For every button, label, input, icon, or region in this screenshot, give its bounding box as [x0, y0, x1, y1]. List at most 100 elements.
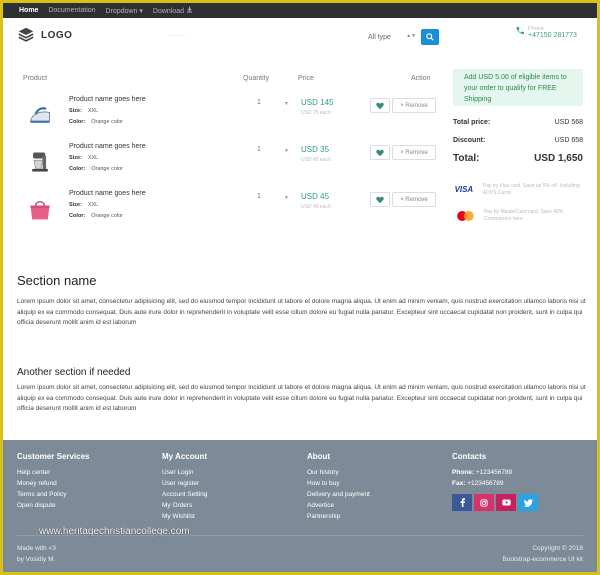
footer-heading: About [307, 452, 331, 461]
cart-row: Product name goes here Size: XXL Color: Or… [23, 143, 439, 187]
brand-text: Bootstrap-ecommerce UI kit [502, 556, 583, 563]
logo-icon [18, 27, 34, 42]
product-unit-price: USD 45 each [301, 157, 331, 163]
col-price: Price [298, 75, 314, 82]
footer-link[interactable]: Delivery and payment [307, 489, 447, 500]
footer-link[interactable]: User register [162, 478, 302, 489]
youtube-button[interactable] [496, 494, 516, 511]
page: Home Documentation Dropdown ▾ Download L… [3, 3, 597, 572]
footer-link[interactable]: Help center [17, 467, 157, 478]
footer-link[interactable]: My Wishlist [162, 511, 302, 522]
footer-heading: Contacts [452, 452, 487, 461]
product-unit-price: USD 45 each [301, 204, 331, 210]
product-color: Color: Orange color [69, 119, 123, 125]
favorite-button[interactable] [370, 192, 390, 207]
handbag-icon [30, 200, 50, 220]
social-links [452, 494, 592, 511]
quantity-select[interactable]: 1 ▼ [253, 146, 293, 160]
contact-phone: Phone: +123456789 [452, 469, 513, 476]
product-color: Color: Orange color [69, 166, 123, 172]
section-title: Another section if needed [17, 367, 131, 378]
cart-row: Product name goes here Size: XXL Color: Or… [23, 96, 439, 140]
footer-customer-services: Customer Services Help center Money refu… [17, 452, 157, 511]
total-price-label: Total price: [453, 119, 491, 126]
select-caret-icon: ▲▼ [406, 33, 416, 39]
footer-link[interactable]: Terms and Policy [17, 489, 157, 500]
remove-button[interactable]: × Remove [392, 145, 436, 160]
nav-home-link[interactable]: Home [19, 7, 38, 14]
facebook-button[interactable] [452, 494, 472, 511]
cart-row: Product name goes here Size: XXL Color: Or… [23, 190, 439, 234]
footer-link[interactable]: Open dispute [17, 500, 157, 511]
total-price-value: USD 568 [554, 119, 583, 126]
nav-download-label: Download [152, 8, 185, 15]
phone-number: +47150 281773 [528, 32, 577, 39]
product-name[interactable]: Product name goes here [69, 190, 146, 197]
copyright-text: Copyright © 2018 [532, 545, 583, 552]
footer-about: About Our history How to buy Delivery an… [307, 452, 447, 522]
mastercard-icon [457, 211, 474, 221]
category-select[interactable]: All type ▲▼ [365, 29, 419, 45]
footer-link[interactable]: How to buy [307, 478, 447, 489]
nav-download-link[interactable]: Download [153, 6, 193, 15]
footer-link[interactable]: Advertice [307, 500, 447, 511]
section-body: Lorem ipsum dolor sit amet, consectetur … [17, 298, 586, 326]
footer-heading: My Account [162, 452, 208, 461]
nav-documentation-link[interactable]: Documentation [48, 7, 95, 14]
favorite-button[interactable] [370, 145, 390, 160]
product-name[interactable]: Product name goes here [69, 96, 146, 103]
product-color: Color: Orange color [69, 213, 123, 219]
total-price-row: Total price: USD 568 [453, 119, 583, 126]
visa-text: Pay by Visa card. Save up 5% off. Includ… [482, 183, 580, 196]
discount-label: Discount: [453, 137, 486, 144]
favorite-button[interactable] [370, 98, 390, 113]
footer-divider [17, 535, 583, 536]
footer-link[interactable]: Partnership [307, 511, 447, 522]
footer-link[interactable]: Account Setting [162, 489, 302, 500]
footer-link[interactable]: Money refund [17, 478, 157, 489]
mixer-icon [32, 152, 48, 172]
chevron-down-icon: ▼ [284, 195, 289, 201]
category-select-value: All type [368, 33, 391, 41]
search-button[interactable] [421, 29, 439, 45]
product-size: Size: XXL [69, 155, 99, 161]
footer-my-account: My Account User Login User register Acco… [162, 452, 302, 522]
header-decoration: — — — [168, 33, 186, 39]
footer-link[interactable]: User Login [162, 467, 302, 478]
mastercard-text: Pay by MasterCard card. Save 40% Commiss… [483, 209, 564, 222]
heart-icon [376, 149, 384, 156]
product-name[interactable]: Product name goes here [69, 143, 146, 150]
col-product: Product [23, 75, 48, 82]
quantity-select[interactable]: 1 ▼ [253, 193, 293, 207]
section-title: Section name [17, 273, 97, 288]
instagram-icon [480, 498, 488, 507]
heart-icon [376, 102, 384, 109]
chevron-down-icon: ▼ [284, 101, 289, 107]
logo-text: LOGO [41, 29, 73, 41]
instagram-button[interactable] [474, 494, 494, 511]
product-size: Size: XXL [69, 202, 99, 208]
header-phone: Phone +47150 281773 [515, 26, 577, 39]
product-price: USD 145 [301, 98, 334, 107]
remove-button[interactable]: × Remove [392, 192, 436, 207]
product-size: Size: XXL [69, 108, 99, 114]
top-nav: Home Documentation Dropdown ▾ Download [3, 3, 597, 18]
remove-button[interactable]: × Remove [392, 98, 436, 113]
facebook-icon [460, 498, 465, 507]
footer-link[interactable]: Our history [307, 467, 447, 478]
logo[interactable]: LOGO [17, 26, 72, 44]
grand-total-row: Total: USD 1,650 [453, 153, 583, 164]
made-by-text: by Vosidiy M. [17, 556, 56, 563]
footer: Customer Services Help center Money refu… [3, 440, 597, 572]
nav-dropdown-link[interactable]: Dropdown ▾ [106, 7, 143, 15]
product-unit-price: USD 75 each [301, 110, 331, 116]
footer-link[interactable]: My Orders [162, 500, 302, 511]
footer-credits: Made with <3 by Vosidiy M. [17, 543, 56, 565]
free-shipping-promo: Add USD 5.00 of eligible items to your o… [453, 69, 583, 106]
twitter-button[interactable] [518, 494, 538, 511]
quantity-select[interactable]: 1 ▼ [253, 99, 293, 113]
footer-heading: Customer Services [17, 452, 90, 461]
col-quantity: Quantity [243, 75, 270, 82]
search-icon [426, 33, 434, 41]
contact-fax: Fax: +123456789 [452, 480, 504, 487]
